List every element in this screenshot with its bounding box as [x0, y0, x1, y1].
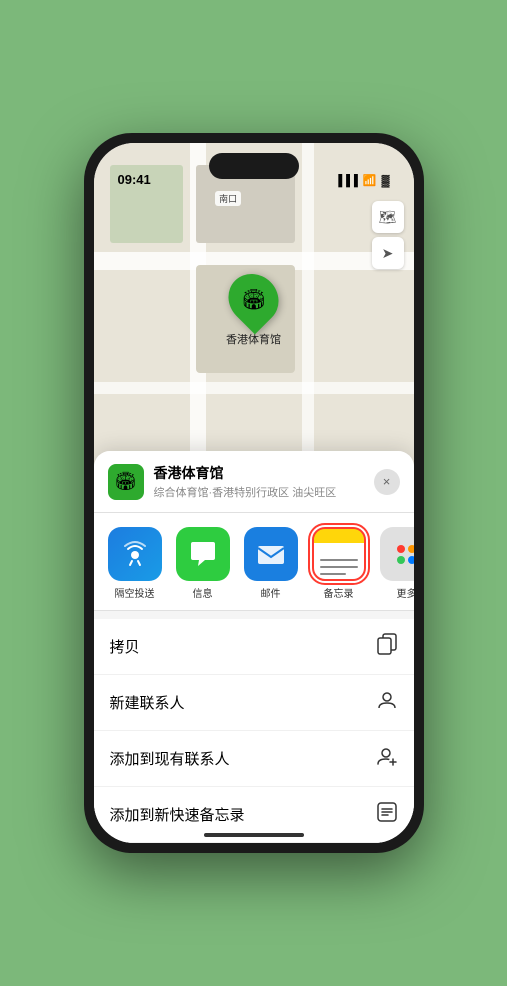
map-controls: 🗺 ➤: [372, 201, 404, 273]
more-label: 更多: [397, 585, 414, 600]
location-header: 🏟 香港体育馆 综合体育馆·香港特别行政区 油尖旺区 ×: [94, 451, 414, 513]
close-button[interactable]: ×: [374, 469, 400, 495]
airdrop-label: 隔空投送: [115, 585, 155, 600]
notes-label: 备忘录: [324, 585, 354, 600]
copy-icon: [376, 633, 398, 660]
signal-icon: ▐▐▐: [334, 175, 357, 187]
quick-note-icon: [376, 801, 398, 828]
location-icon: 🏟: [108, 464, 144, 500]
app-item-notes[interactable]: 备忘录: [308, 527, 370, 600]
battery-icon: ▓: [381, 175, 389, 187]
app-item-messages[interactable]: 信息: [172, 527, 234, 600]
map-style-button[interactable]: 🗺: [372, 201, 404, 233]
action-copy[interactable]: 拷贝: [94, 619, 414, 675]
new-contact-icon: [376, 689, 398, 716]
dynamic-island: [209, 153, 299, 179]
messages-icon: [176, 527, 230, 581]
app-item-mail[interactable]: 邮件: [240, 527, 302, 600]
location-name: 香港体育馆: [154, 463, 364, 483]
action-list: 拷贝 新建联系人: [94, 619, 414, 843]
notes-icon: [312, 527, 366, 581]
status-icons: ▐▐▐ 📶 ▓: [334, 174, 389, 187]
share-sheet: 🏟 香港体育馆 综合体育馆·香港特别行政区 油尖旺区 ×: [94, 451, 414, 843]
action-new-contact[interactable]: 新建联系人: [94, 675, 414, 731]
app-icons-row: 隔空投送 信息: [94, 513, 414, 611]
action-new-contact-label: 新建联系人: [110, 692, 185, 713]
app-item-airdrop[interactable]: 隔空投送: [104, 527, 166, 600]
mail-label: 邮件: [261, 585, 281, 600]
wifi-icon: 📶: [363, 174, 377, 187]
messages-label: 信息: [193, 585, 213, 600]
phone-screen: 09:41 ▐▐▐ 📶 ▓ 南口 🗺 ➤: [94, 143, 414, 843]
action-copy-label: 拷贝: [110, 636, 140, 657]
home-indicator: [204, 833, 304, 837]
map-pin: 🏟: [218, 264, 289, 335]
app-item-more[interactable]: 更多: [376, 527, 414, 600]
action-quick-note-label: 添加到新快速备忘录: [110, 804, 245, 825]
action-add-existing-label: 添加到现有联系人: [110, 748, 230, 769]
location-info: 香港体育馆 综合体育馆·香港特别行政区 油尖旺区: [154, 463, 364, 500]
status-time: 09:41: [118, 172, 151, 187]
location-button[interactable]: ➤: [372, 237, 404, 269]
mail-icon: [244, 527, 298, 581]
map-pin-container: 🏟 香港体育馆: [226, 273, 281, 347]
airdrop-icon: [108, 527, 162, 581]
add-contact-icon: [376, 745, 398, 772]
action-add-existing-contact[interactable]: 添加到现有联系人: [94, 731, 414, 787]
phone-frame: 09:41 ▐▐▐ 📶 ▓ 南口 🗺 ➤: [84, 133, 424, 853]
more-icon: [380, 527, 414, 581]
location-address: 综合体育馆·香港特别行政区 油尖旺区: [154, 484, 364, 500]
